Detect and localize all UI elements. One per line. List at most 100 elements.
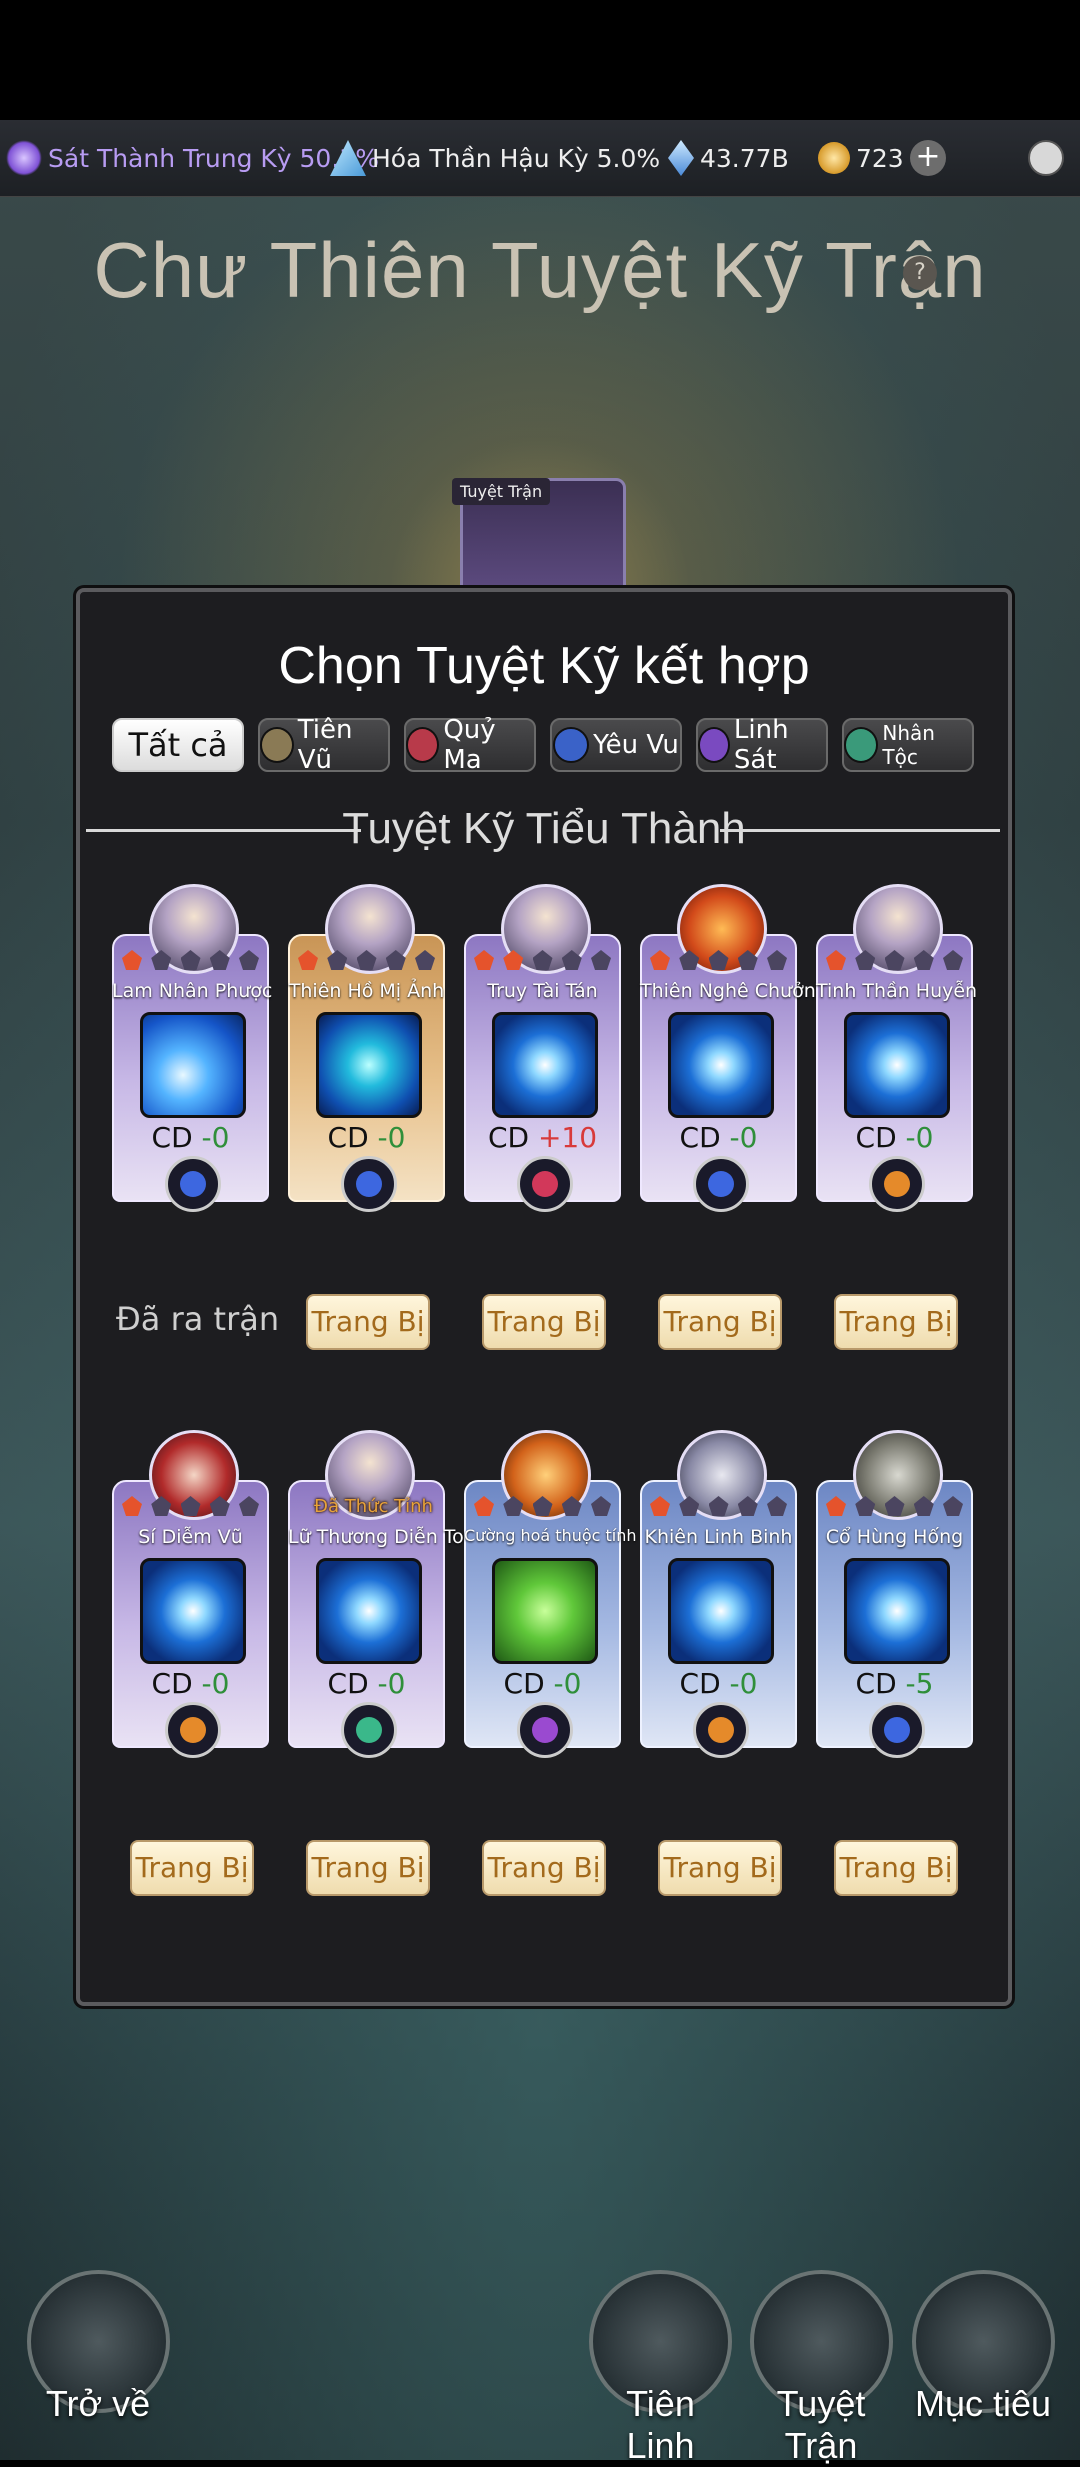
element-icon [693, 1702, 749, 1758]
skill-card[interactable]: Thiên Nghê Chưởng CD -0 [640, 884, 828, 1212]
nav-muc-tieu[interactable]: Mục tiêu [908, 2270, 1058, 2425]
skill-card[interactable]: Cổ Hùng Hống CD -5 [816, 1430, 973, 1758]
cd-value: -0 [377, 1121, 406, 1154]
tab-quy-ma[interactable]: Quỷ Ma [404, 715, 536, 775]
star-icon [385, 950, 406, 970]
star-icon [855, 950, 876, 970]
tab-yeu-vu[interactable]: Yêu Vu [550, 718, 682, 772]
star-icon [767, 950, 787, 970]
skill-card[interactable]: Cường hoá thuộc tính CD -0 [464, 1430, 637, 1758]
star-icon [913, 1496, 934, 1516]
element-icon [341, 1156, 397, 1212]
skill-card[interactable]: Sí Diễm Vũ CD -0 [112, 1430, 269, 1758]
star-icon [474, 1496, 494, 1516]
star-icon [356, 950, 377, 970]
cd-value: -0 [201, 1667, 230, 1700]
tab-quy-ma-label: Quỷ Ma [443, 715, 496, 775]
cd-label: CD [151, 1667, 193, 1700]
skill-icon [140, 1558, 246, 1664]
currency2-value: 723 [856, 143, 904, 173]
skill-icon [140, 1012, 246, 1118]
nav-tien-linh[interactable]: Tiên Linh [588, 2270, 733, 2467]
star-icon [151, 950, 172, 970]
star-rating [826, 1496, 963, 1516]
equip-button[interactable]: Trang Bị [130, 1840, 254, 1896]
star-icon [239, 1496, 259, 1516]
skill-card[interactable]: Tinh Thần Huyễn CD -0 [816, 884, 977, 1212]
element-icon [517, 1702, 573, 1758]
equip-button[interactable]: Trang Bị [306, 1294, 430, 1350]
linh-sat-icon [698, 727, 730, 763]
star-icon [209, 1496, 230, 1516]
help-icon[interactable]: ? [903, 256, 937, 290]
tien-vu-icon [260, 727, 294, 763]
resource-bar: Sát Thành Trung Kỳ 50.3% Hóa Thần Hậu Kỳ… [0, 120, 1080, 197]
skill-icon [492, 1558, 598, 1664]
deployed-label: Đã ra trận [116, 1300, 280, 1338]
cooldown: CD -0 [640, 1121, 797, 1154]
star-icon [532, 1496, 553, 1516]
tab-all[interactable]: Tất cả [112, 718, 244, 772]
star-icon [591, 1496, 611, 1516]
skill-card[interactable]: Truy Tài Tán CD +10 [464, 884, 621, 1212]
card-name: Cường hoá thuộc tính [464, 1526, 637, 1545]
star-icon [913, 950, 934, 970]
tab-nhan-toc[interactable]: Nhân Tộc [842, 718, 974, 772]
star-icon [826, 1496, 846, 1516]
star-icon [943, 1496, 963, 1516]
skill-card[interactable]: Lam Nhân Phược CD -0 [112, 884, 273, 1212]
coin-icon [818, 142, 850, 174]
plus-icon[interactable]: + [910, 140, 946, 176]
card-name: Khiên Linh Binh [644, 1526, 793, 1548]
skill-card[interactable]: Thiên Hồ Mị Ảnh CD -0 [288, 884, 445, 1212]
currency-crystal: 43.77B [668, 138, 789, 178]
element-icon [517, 1156, 573, 1212]
equip-button[interactable]: Trang Bị [482, 1840, 606, 1896]
star-icon [239, 950, 259, 970]
star-icon [415, 950, 435, 970]
star-icon [650, 1496, 670, 1516]
cooldown: CD -0 [464, 1667, 621, 1700]
quy-ma-icon [406, 727, 440, 763]
equip-button[interactable]: Trang Bị [306, 1840, 430, 1896]
nav-tuyet-tran[interactable]: Tuyệt Trận [746, 2270, 896, 2467]
cd-value: -0 [201, 1121, 230, 1154]
card-name: Lữ Thương Diễn Toán [288, 1526, 488, 1548]
card-name: Thiên Nghê Chưởng [640, 980, 828, 1002]
equip-button[interactable]: Trang Bị [834, 1294, 958, 1350]
tab-tien-vu[interactable]: Tiên Vũ [258, 715, 390, 775]
skill-icon [668, 1012, 774, 1118]
equip-button[interactable]: Trang Bị [658, 1840, 782, 1896]
star-icon [737, 950, 758, 970]
cd-label: CD [855, 1121, 897, 1154]
star-icon [298, 950, 318, 970]
clock-icon[interactable] [1028, 140, 1064, 176]
element-icon [693, 1156, 749, 1212]
cd-label: CD [327, 1121, 369, 1154]
back-button[interactable]: Trở về [18, 2270, 178, 2425]
stat2-text: Hóa Thần Hậu Kỳ 5.0% [372, 143, 661, 173]
equip-button[interactable]: Trang Bị [482, 1294, 606, 1350]
card-name: Thiên Hồ Mị Ảnh [288, 980, 445, 1002]
tab-linh-sat[interactable]: Linh Sát [696, 715, 828, 775]
element-icon [869, 1156, 925, 1212]
skill-icon [844, 1012, 950, 1118]
cd-label: CD [679, 1667, 721, 1700]
cooldown: CD -0 [112, 1121, 269, 1154]
skill-card[interactable]: Đã Thức Tỉnh Lữ Thương Diễn Toán CD -0 [288, 1430, 488, 1758]
star-icon [503, 950, 524, 970]
skill-card[interactable]: Khiên Linh Binh CD -0 [640, 1430, 797, 1758]
equip-button[interactable]: Trang Bị [834, 1840, 958, 1896]
star-rating [298, 950, 435, 970]
cooldown: CD -0 [288, 1667, 445, 1700]
cooldown: CD -0 [640, 1667, 797, 1700]
star-icon [826, 950, 846, 970]
star-icon [209, 950, 230, 970]
fan-icon [330, 140, 366, 176]
nav-muc-tieu-label: Mục tiêu [914, 2383, 1052, 2424]
card-name: Lam Nhân Phược [112, 980, 273, 1002]
nhan-toc-icon [844, 727, 879, 763]
equip-button[interactable]: Trang Bị [658, 1294, 782, 1350]
cd-value: -0 [729, 1121, 758, 1154]
stat-cultivation-1: Sát Thành Trung Kỳ 50.3% [6, 138, 379, 178]
